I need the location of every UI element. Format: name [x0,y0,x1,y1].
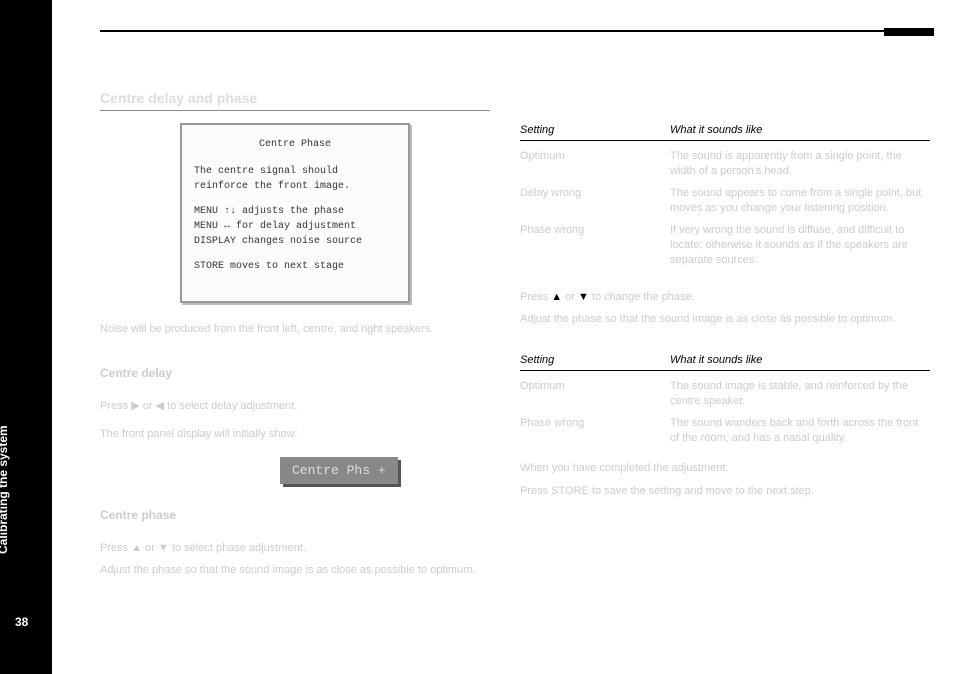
text: to select phase adjustment. [172,542,306,554]
centre-delay-title: Centre delay [100,366,490,380]
cell: Optimum [520,379,670,410]
text: Press [100,542,131,554]
sidebar-tab: Calibrating the system 38 [0,0,52,674]
down-arrow-icon: ▼ [158,540,169,557]
table-header: Setting What it sounds like [520,124,930,141]
between-para-2: Adjust the phase so that the sound image… [520,311,930,328]
osd-line: MENU ↔ for delay adjustment [194,219,396,234]
text: Press [100,400,131,412]
cell: The sound wanders back and forth across … [670,416,930,447]
left-arrow-icon: ◀ [156,398,164,415]
text: to change the phase. [592,291,695,303]
cell: The sound appears to come from a single … [670,186,930,217]
th-setting: Setting [520,124,670,136]
para-noise: Noise will be produced from the front le… [100,321,490,338]
front-panel-display: Centre Phs + [280,457,398,484]
table-header: Setting What it sounds like [520,354,930,371]
text: or [145,542,158,554]
centre-phase-body: Press ▲ or ▼ to select phase adjustment. [100,540,490,557]
store-p2: Press STORE to save the setting and move… [520,483,930,500]
corner-block [884,28,934,36]
section-heading: Centre delay and phase [100,90,490,106]
left-column: Centre delay and phase Centre Phase The … [100,80,490,579]
osd-line: STORE moves to next stage [194,259,396,274]
osd-line: MENU ↑↓ adjusts the phase [194,204,396,219]
text: or [143,400,156,412]
text: or [565,291,578,303]
between-para: Press ▲ or ▼ to change the phase. [520,289,930,306]
th-what: What it sounds like [670,124,930,136]
cell: Optimum [520,149,670,180]
table-row: Delay wrong The sound appears to come fr… [520,186,930,217]
th-setting: Setting [520,354,670,366]
cell: The sound image is stable, and reinforce… [670,379,930,410]
sidebar-section-title: Calibrating the system [0,425,10,554]
sub-rule [100,110,490,111]
osd-line: The centre signal should [194,164,396,179]
table-row: Optimum The sound is apparently from a s… [520,149,930,180]
text: Press [520,291,551,303]
down-arrow-icon: ▼ [578,289,589,306]
page-number: 38 [15,615,28,629]
right-arrow-icon: ▶ [131,398,139,415]
osd-title: Centre Phase [194,137,396,152]
cell: Phase wrong [520,416,670,447]
table-row: Optimum The sound image is stable, and r… [520,379,930,410]
right-column: Setting What it sounds like Optimum The … [520,80,930,499]
top-rule [100,30,930,32]
display-intro: The front panel display will initially s… [100,426,490,443]
osd-line: reinforce the front image. [194,179,396,194]
onscreen-display-box: Centre Phase The centre signal should re… [180,123,410,303]
centre-delay-body: Press ▶ or ◀ to select delay adjustment. [100,398,490,415]
table-row: Phase wrong The sound wanders back and f… [520,416,930,447]
cell: Phase wrong [520,223,670,269]
centre-phase-title: Centre phase [100,508,490,522]
store-p1: When you have completed the adjustment: [520,460,930,477]
up-arrow-icon: ▲ [551,289,562,306]
up-arrow-icon: ▲ [131,540,142,557]
cell: The sound is apparently from a single po… [670,149,930,180]
cell: Delay wrong [520,186,670,217]
cell: If very wrong the sound is diffuse, and … [670,223,930,269]
text: to select delay adjustment. [167,400,297,412]
osd-line: DISPLAY changes noise source [194,234,396,249]
centre-phase-body-2: Adjust the phase so that the sound image… [100,562,490,579]
table-row: Phase wrong If very wrong the sound is d… [520,223,930,269]
th-what: What it sounds like [670,354,930,366]
